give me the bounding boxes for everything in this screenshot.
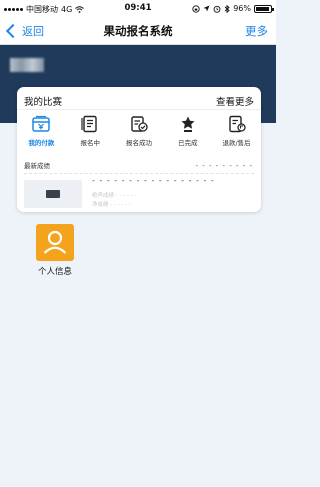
nav-bar: 返回 果动报名系统 更多 — [0, 18, 276, 45]
bluetooth-icon — [224, 4, 230, 13]
grid-label-my-payment: 我的付款 — [28, 139, 55, 147]
gun-time: 枪声成绩 - - - - - - — [92, 193, 137, 199]
status-bar: 中国移动 4G 09:41 96% — [0, 0, 276, 18]
tab-registering[interactable]: 报名中 — [66, 115, 115, 155]
personal-info-tile[interactable] — [36, 224, 74, 261]
latest-score-label: 最新成绩 — [24, 162, 50, 170]
grid-label-registering: 报名中 — [80, 139, 100, 147]
document-check-icon — [131, 116, 148, 132]
page-title: 果动报名系统 — [103, 24, 173, 38]
refund-icon — [228, 115, 246, 133]
location-icon — [203, 5, 210, 12]
lock-rotation-icon — [192, 4, 200, 13]
net-time: 净成绩 - - - - - - — [92, 202, 131, 208]
card-header: 我的比赛 查看更多 — [24, 94, 254, 108]
competition-status-grid: 我的付款 报名中 报名成功 已完成 退款/售后 — [17, 115, 261, 155]
grid-label-refund: 退款/售后 — [222, 139, 251, 147]
event-logo — [46, 190, 60, 198]
trophy-icon — [181, 116, 195, 132]
person-icon — [43, 230, 67, 254]
alarm-icon — [213, 5, 221, 13]
battery-fill — [256, 6, 270, 11]
wallet-icon — [32, 115, 51, 132]
dotted-divider — [24, 173, 254, 174]
tab-my-payment[interactable]: 我的付款 — [17, 115, 66, 155]
latest-score-value: - - - - - - - - - — [195, 162, 253, 170]
battery-percent: 96% — [233, 4, 251, 13]
personal-info-label: 个人信息 — [37, 267, 72, 277]
view-more-link[interactable]: 查看更多 — [216, 94, 254, 108]
more-button[interactable]: 更多 — [245, 23, 268, 39]
battery-icon — [254, 4, 274, 13]
competition-card: 我的比赛 查看更多 我的付款 报名中 报名成功 已完成 退款/售后 最新成绩 -… — [17, 87, 261, 212]
status-right: 96% — [192, 4, 274, 13]
tab-registered[interactable]: 报名成功 — [115, 115, 164, 155]
divider — [17, 109, 261, 110]
event-thumbnail[interactable] — [24, 180, 82, 208]
tab-refund[interactable]: 退款/售后 — [212, 115, 261, 155]
event-name: - - - - - - - - - - - - - - - - - — [92, 176, 215, 185]
grid-label-registered: 报名成功 — [125, 139, 152, 147]
grid-label-completed: 已完成 — [178, 139, 198, 147]
blurred-username — [10, 58, 44, 72]
document-list-icon — [81, 115, 97, 133]
tab-completed[interactable]: 已完成 — [163, 115, 212, 155]
card-title: 我的比赛 — [24, 97, 63, 108]
